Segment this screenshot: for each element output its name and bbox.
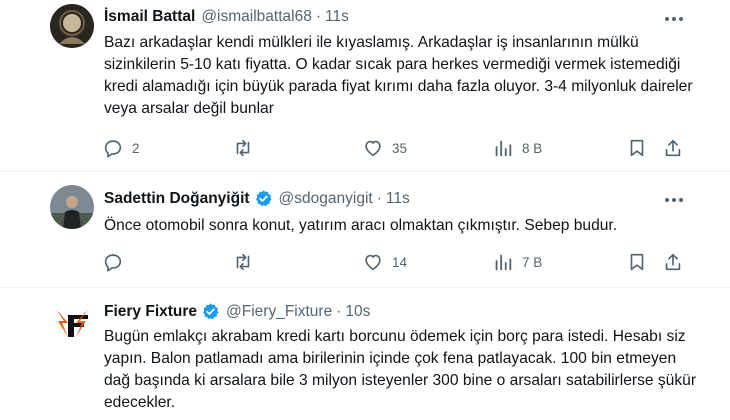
- retweet-icon: [236, 253, 250, 271]
- verified-icon: [203, 303, 219, 320]
- bookmark-icon: [630, 253, 644, 271]
- views-button[interactable]: 7 B: [492, 250, 542, 274]
- author-handle[interactable]: @Fiery_Fixture: [226, 303, 332, 321]
- like-count: 35: [392, 140, 408, 156]
- retweet-button[interactable]: [232, 136, 262, 160]
- tweet-fiery-fixture[interactable]: Fiery Fixture @Fiery_Fixture · 10s Bugün…: [0, 288, 730, 420]
- share-icon: [665, 253, 681, 271]
- share-icon: [665, 139, 681, 157]
- retweet-button[interactable]: [232, 250, 262, 274]
- reply-button[interactable]: 2: [102, 136, 140, 160]
- separator-dot: ·: [336, 302, 342, 320]
- separator-dot: ·: [376, 189, 382, 207]
- bookmark-icon: [630, 139, 644, 157]
- views-count: 7 B: [522, 254, 543, 270]
- tweet-ismail-battal[interactable]: İsmail Battal @ismailbattal68 · 11s Bazı…: [0, 0, 730, 172]
- tweet-sadettin-doganyigit[interactable]: Sadettin Doğanyiğit @sdoganyigit · 11s Ö…: [0, 172, 730, 288]
- separator-dot: ·: [315, 8, 321, 25]
- views-count: 8 B: [522, 140, 543, 156]
- reply-icon: [104, 140, 122, 158]
- like-icon: [365, 140, 381, 157]
- views-icon: [495, 140, 512, 157]
- views-button[interactable]: 8 B: [492, 136, 542, 160]
- share-button[interactable]: [662, 250, 684, 274]
- avatar[interactable]: [50, 185, 94, 229]
- author-name[interactable]: Sadettin Doğanyiğit: [104, 190, 250, 208]
- bookmark-button[interactable]: [626, 136, 648, 160]
- reply-button[interactable]: [102, 250, 132, 274]
- avatar[interactable]: [50, 301, 94, 345]
- tweet-time[interactable]: 10s: [345, 303, 370, 321]
- tweet-actions: 14 7 B: [98, 250, 688, 274]
- tweet-text: Bazı arkadaşlar kendi mülkleri ile kıyas…: [104, 34, 693, 117]
- tweet-actions: 2 35 8 B: [98, 136, 688, 160]
- tweet-text: Bugün emlakçı akrabam kredi kartı borcun…: [104, 328, 697, 411]
- share-button[interactable]: [662, 136, 684, 160]
- author-handle[interactable]: @ismailbattal68: [201, 8, 312, 26]
- views-icon: [495, 254, 512, 271]
- like-count: 14: [392, 254, 408, 270]
- like-button[interactable]: 35: [362, 136, 407, 160]
- more-icon[interactable]: [662, 190, 686, 210]
- more-icon[interactable]: [662, 9, 686, 29]
- author-name[interactable]: Fiery Fixture: [104, 303, 197, 321]
- author-handle[interactable]: @sdoganyigit: [279, 190, 373, 208]
- tweet-text: Önce otomobil sonra konut, yatırım aracı…: [104, 217, 618, 234]
- tweet-time[interactable]: 11s: [325, 8, 349, 26]
- retweet-icon: [236, 139, 250, 157]
- verified-icon: [255, 190, 272, 207]
- like-icon: [365, 254, 381, 271]
- author-name[interactable]: İsmail Battal: [104, 8, 195, 26]
- tweet-time[interactable]: 11s: [386, 190, 410, 208]
- avatar[interactable]: [50, 4, 94, 48]
- bookmark-button[interactable]: [626, 250, 648, 274]
- reply-count: 2: [132, 140, 140, 156]
- reply-icon: [104, 254, 122, 272]
- like-button[interactable]: 14: [362, 250, 407, 274]
